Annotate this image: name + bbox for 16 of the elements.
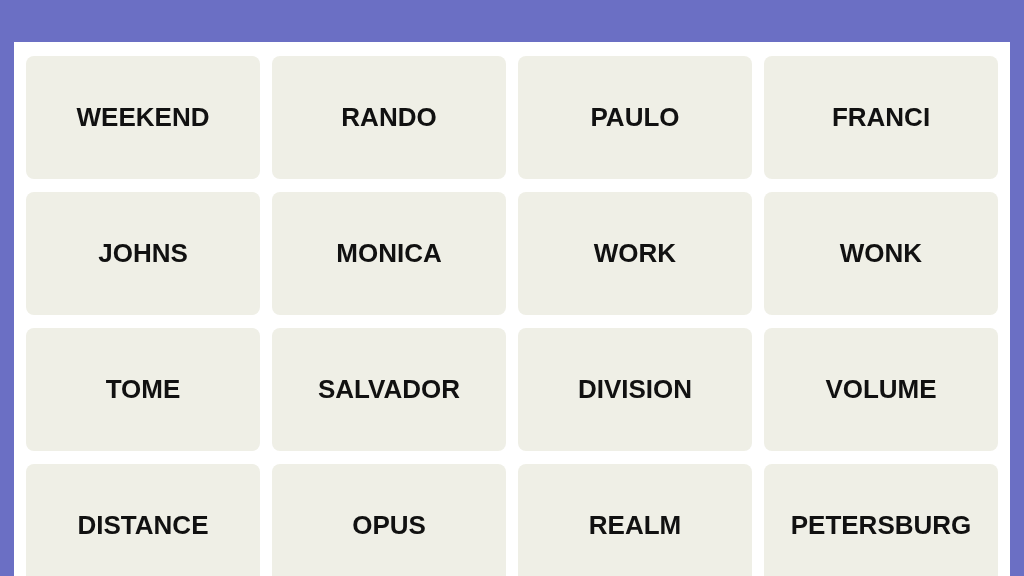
word-tile[interactable]: RANDO	[272, 56, 506, 179]
word-tile[interactable]: JOHNS	[26, 192, 260, 315]
word-tile[interactable]: SALVADOR	[272, 328, 506, 451]
word-tile[interactable]: TOME	[26, 328, 260, 451]
word-tile[interactable]: VOLUME	[764, 328, 998, 451]
word-tile[interactable]: DISTANCE	[26, 464, 260, 576]
word-tile[interactable]: WONK	[764, 192, 998, 315]
word-tile[interactable]: OPUS	[272, 464, 506, 576]
word-tile[interactable]: PAULO	[518, 56, 752, 179]
word-tile[interactable]: PETERSBURG	[764, 464, 998, 576]
word-tile[interactable]: MONICA	[272, 192, 506, 315]
word-tile[interactable]: FRANCI	[764, 56, 998, 179]
word-tile[interactable]: WEEKEND	[26, 56, 260, 179]
word-tile[interactable]: DIVISION	[518, 328, 752, 451]
word-tile[interactable]: WORK	[518, 192, 752, 315]
word-tile[interactable]: REALM	[518, 464, 752, 576]
